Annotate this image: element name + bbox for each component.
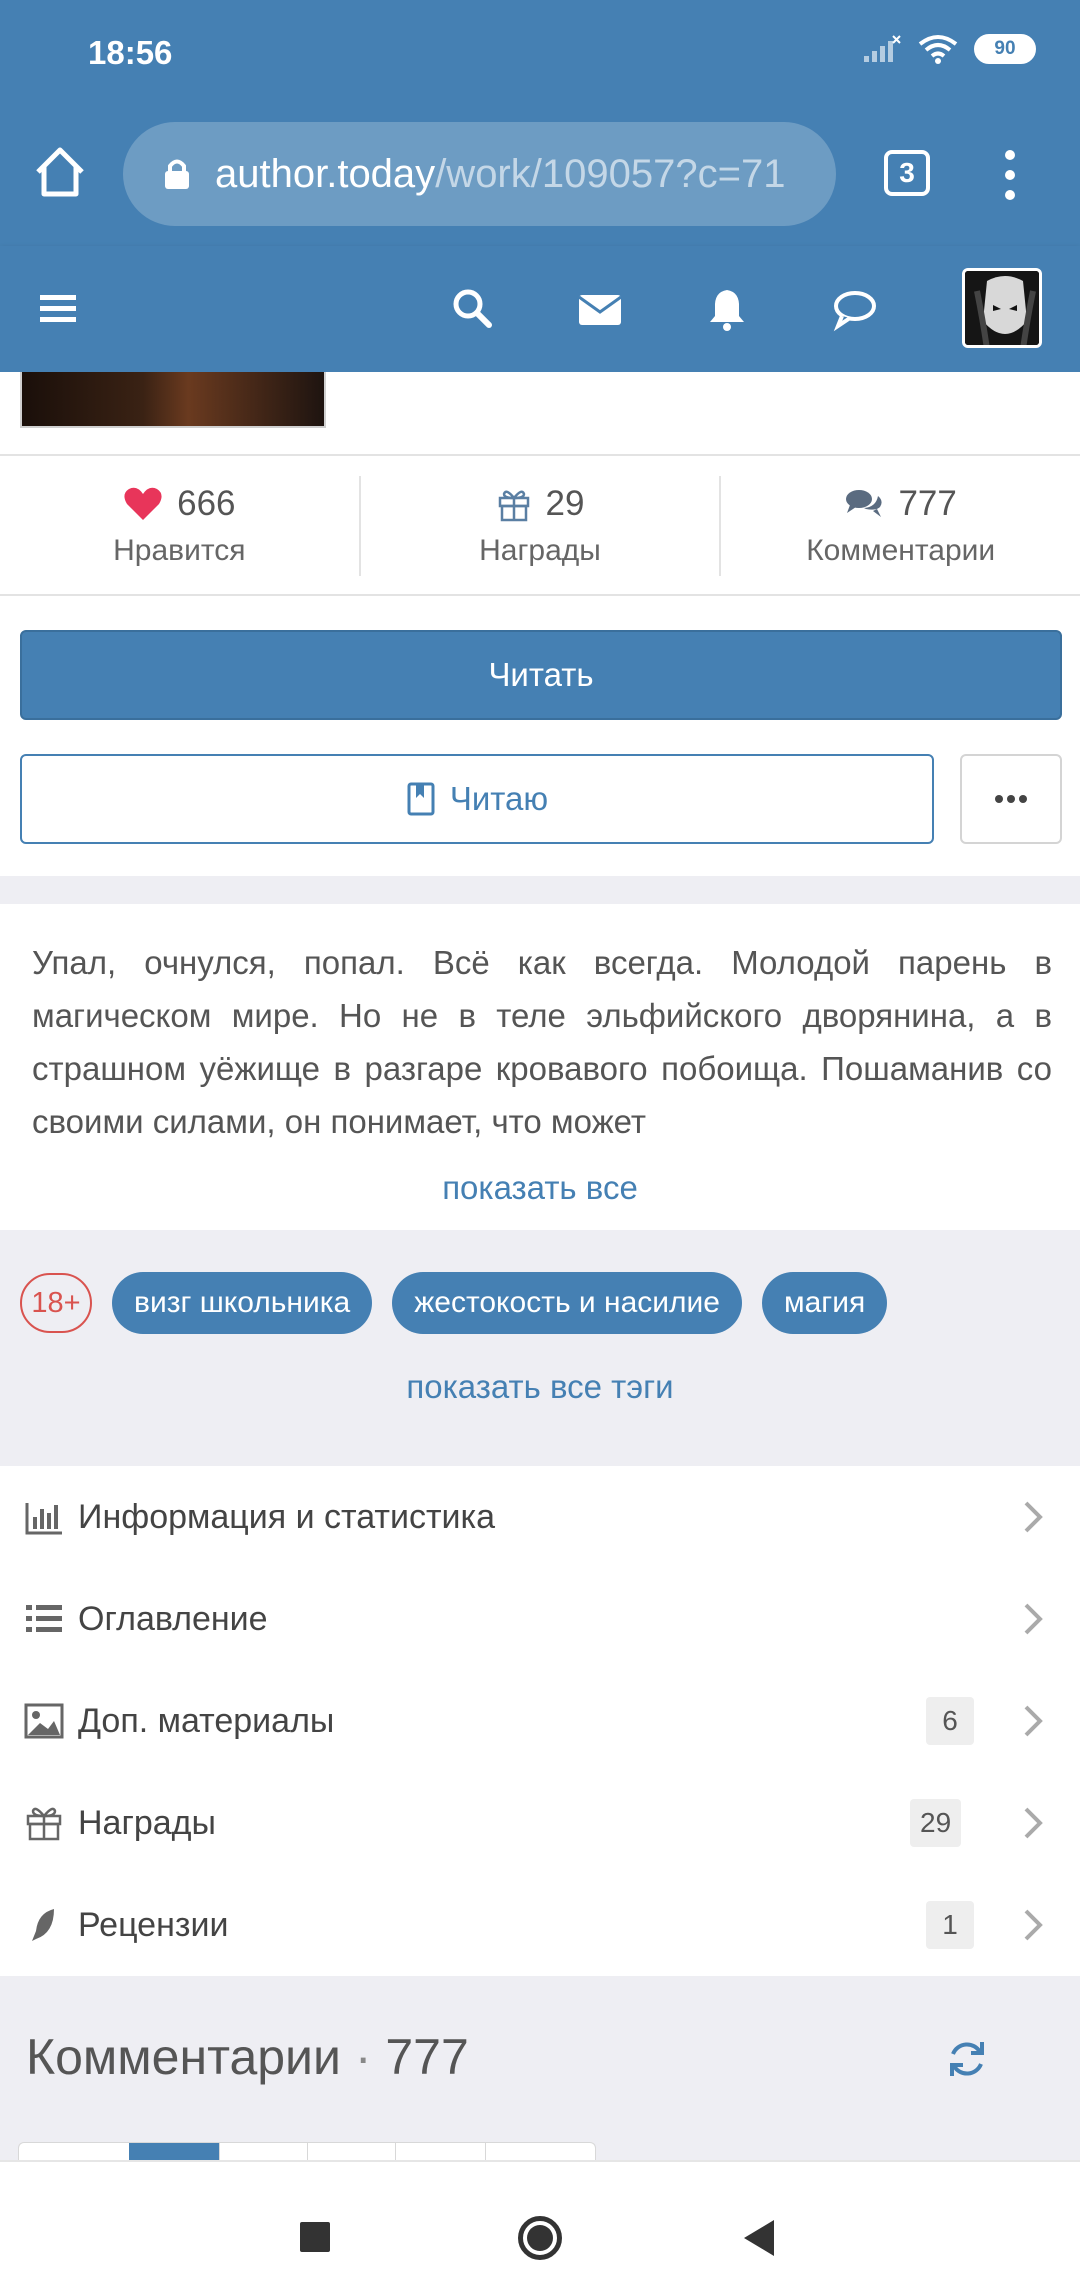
comments-tab-active[interactable] <box>129 2143 219 2160</box>
menu-item-contents[interactable]: Оглавление <box>0 1568 1080 1670</box>
browser-menu-icon[interactable] <box>1000 150 1020 200</box>
wifi-icon <box>918 35 958 64</box>
awards-stat[interactable]: 29 Награды <box>358 476 720 576</box>
comments-label: Комментарии <box>806 534 996 567</box>
home-icon[interactable] <box>30 142 90 202</box>
comments-title: Комментарии · 777 <box>26 2028 469 2086</box>
recents-button[interactable] <box>300 2222 330 2252</box>
gift-icon <box>26 1807 62 1841</box>
action-buttons: Читать Читаю <box>0 596 1080 876</box>
reading-label: Читаю <box>449 780 549 817</box>
url-path: /work/109057?c=71 <box>435 151 786 196</box>
comments-title-count: 777 <box>385 2029 469 2085</box>
tag-row: 18+ визг школьника жестокость и насилие … <box>20 1272 888 1334</box>
age-rating-badge: 18+ <box>20 1273 92 1333</box>
more-options-button[interactable] <box>960 754 1062 844</box>
heart-icon <box>124 487 162 520</box>
home-button[interactable] <box>518 2216 562 2260</box>
chevron-right-icon <box>1024 1705 1043 1737</box>
menu-item-reviews[interactable]: Рецензии 1 <box>0 1874 1080 1976</box>
menu-label: Оглавление <box>78 1599 268 1638</box>
tags-section: 18+ визг школьника жестокость и насилие … <box>0 1230 1080 1466</box>
chevron-right-icon <box>1024 1909 1043 1941</box>
comments-title-separator: · <box>340 2029 386 2085</box>
browser-chrome: 18:56 90 author.today/work/109057?c=71 3 <box>0 0 1080 246</box>
bookmark-book-icon <box>407 782 435 816</box>
book-cover-area <box>0 372 1080 456</box>
battery-indicator: 90 <box>974 34 1036 64</box>
url-host: author.today <box>215 151 436 196</box>
chevron-right-icon <box>1024 1603 1043 1635</box>
ellipsis-icon <box>995 795 1027 803</box>
chat-icon[interactable] <box>830 284 880 334</box>
comments-count: 777 <box>898 484 957 523</box>
refresh-icon[interactable] <box>946 2038 988 2080</box>
count-badge: 6 <box>926 1697 974 1745</box>
comments-icon <box>846 490 883 517</box>
chevron-right-icon <box>1024 1807 1043 1839</box>
likes-label: Нравится <box>113 534 246 567</box>
comments-section-header: Комментарии · 777 <box>0 1976 1080 2160</box>
tag-chip[interactable]: магия <box>761 1272 888 1334</box>
read-button[interactable]: Читать <box>20 630 1062 720</box>
show-all-tags-link[interactable]: показать все тэги <box>0 1368 1080 1406</box>
site-header <box>0 246 1080 372</box>
menu-label: Информация и статистика <box>78 1497 496 1536</box>
likes-stat[interactable]: 666 Нравится <box>0 458 359 594</box>
avatar-image <box>965 271 1039 345</box>
menu-item-info-stats[interactable]: Информация и статистика <box>0 1466 1080 1568</box>
menu-label: Доп. материалы <box>78 1701 335 1740</box>
system-navigation-bar <box>0 2160 1080 2280</box>
menu-label: Рецензии <box>78 1905 229 1944</box>
awards-label: Награды <box>479 534 601 567</box>
menu-item-awards[interactable]: Награды 29 <box>0 1772 1080 1874</box>
awards-count: 29 <box>545 484 585 523</box>
status-time: 18:56 <box>88 34 173 71</box>
count-badge: 1 <box>926 1901 974 1949</box>
comments-stat[interactable]: 777 Комментарии <box>719 476 1080 576</box>
lock-icon <box>165 159 189 189</box>
tab-switcher-button[interactable]: 3 <box>884 150 930 196</box>
reading-status-button[interactable]: Читаю <box>20 754 934 844</box>
show-all-annotation-link[interactable]: показать все <box>0 1169 1080 1207</box>
mail-icon[interactable] <box>575 284 625 334</box>
status-icons: 90 <box>862 34 1036 64</box>
menu-icon[interactable] <box>36 284 86 334</box>
annotation-text: Упал, очнулся, попал. Всё как всегда. Мо… <box>32 944 1052 1140</box>
chevron-right-icon <box>1024 1501 1043 1533</box>
list-icon <box>26 1605 62 1632</box>
menu-label: Награды <box>78 1803 216 1842</box>
signal-icon <box>864 35 901 62</box>
comments-title-label: Комментарии <box>26 2029 341 2085</box>
count-badge: 29 <box>910 1799 962 1847</box>
work-menu-list: Информация и статистика Оглавление Доп. … <box>0 1466 1080 1976</box>
tag-chip[interactable]: жестокость и насилие <box>392 1272 742 1334</box>
work-stats: 666 Нравится 29 Награды 777 Комментарии <box>0 458 1080 596</box>
gift-icon <box>498 490 529 522</box>
bell-icon[interactable] <box>702 284 752 334</box>
search-icon[interactable] <box>448 284 498 334</box>
image-icon <box>24 1703 64 1739</box>
book-cover-image[interactable] <box>20 372 326 428</box>
menu-item-extra-materials[interactable]: Доп. материалы 6 <box>0 1670 1080 1772</box>
chart-icon <box>25 1503 62 1535</box>
comments-tabs[interactable] <box>18 2142 596 2160</box>
feather-icon <box>32 1909 54 1941</box>
likes-count: 666 <box>177 484 236 523</box>
annotation-section: Упал, очнулся, попал. Всё как всегда. Мо… <box>0 876 1080 1230</box>
back-button[interactable] <box>744 2220 774 2256</box>
address-bar[interactable]: author.today/work/109057?c=71 <box>123 122 836 226</box>
user-avatar[interactable] <box>962 268 1042 348</box>
tag-chip[interactable]: визг школьника <box>112 1272 373 1334</box>
